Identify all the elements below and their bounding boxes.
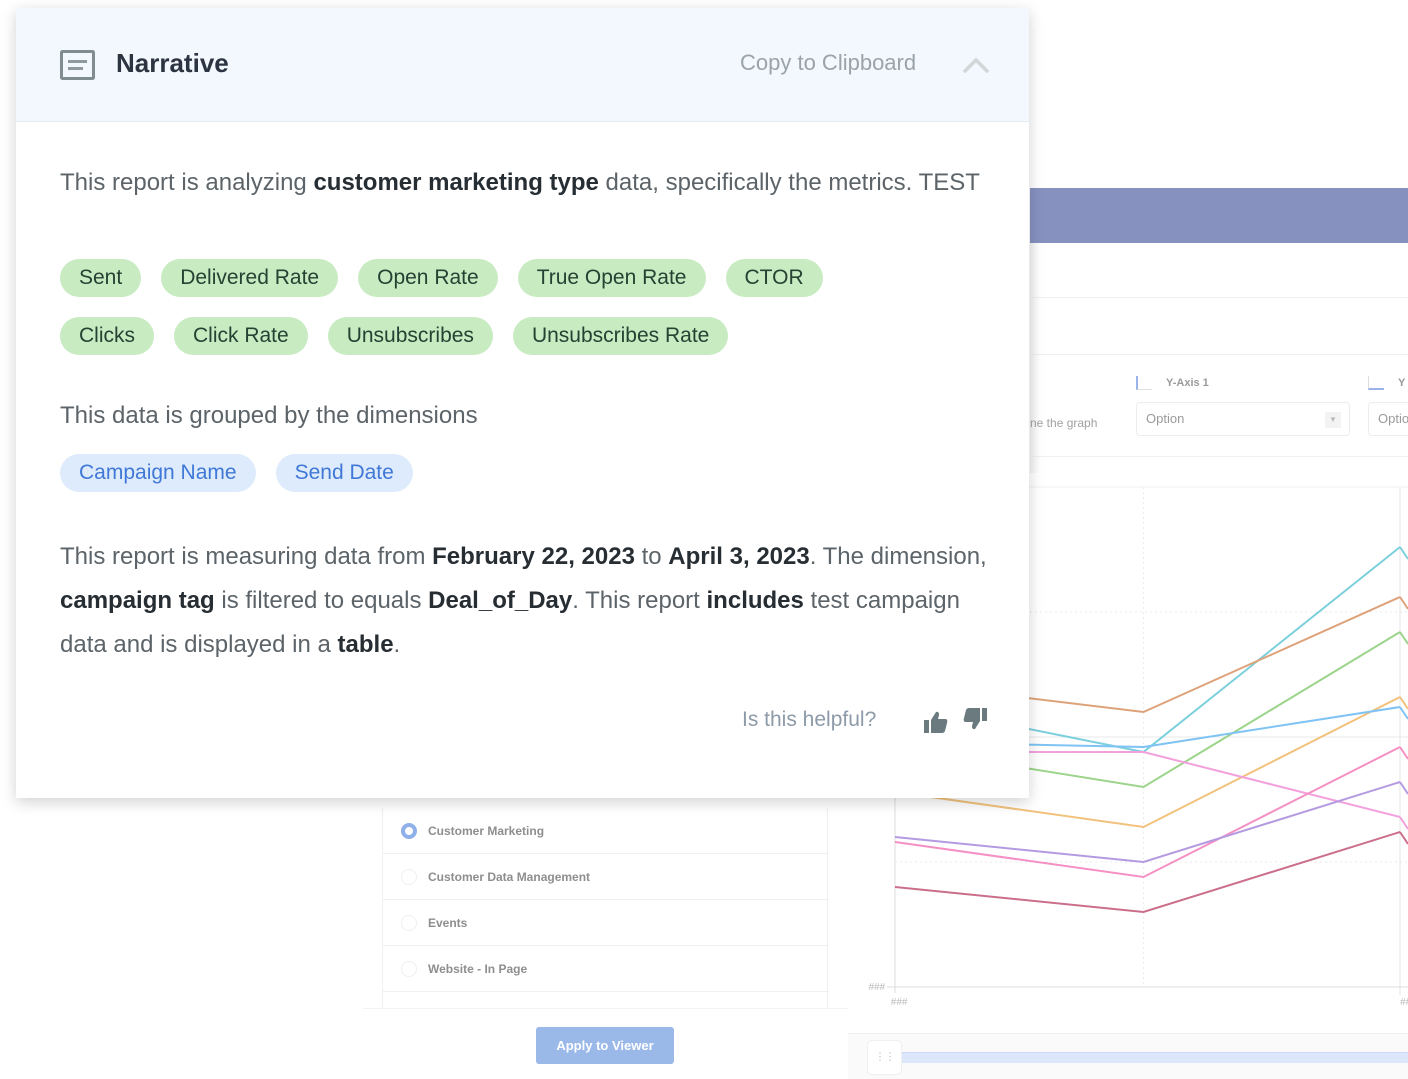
narrative-header: Narrative Copy to Clipboard bbox=[16, 8, 1029, 122]
metric-tag: Unsubscribes Rate bbox=[512, 317, 729, 355]
metric-tag: Sent bbox=[60, 259, 142, 297]
text: . The dimension, bbox=[809, 543, 987, 570]
axis-config: ne the graph Y-Axis 1 Option ▼ Y Option bbox=[1030, 370, 1408, 450]
narrative-card: Narrative Copy to Clipboard This report … bbox=[16, 8, 1029, 798]
text: to bbox=[634, 543, 669, 570]
display-type: table bbox=[337, 631, 394, 658]
series-light-pink-line-tail bbox=[1399, 816, 1408, 830]
x-tick-label: ### bbox=[891, 997, 908, 1008]
series-dark-red-line-tail bbox=[1399, 831, 1408, 845]
radio[interactable] bbox=[401, 914, 417, 931]
series-purple-line-tail bbox=[1399, 781, 1408, 795]
series-teal-line-tail bbox=[1399, 546, 1408, 560]
x-tick-label: ### bbox=[1400, 997, 1408, 1008]
dimension-tag: Campaign Name bbox=[60, 454, 256, 492]
divider bbox=[1030, 297, 1408, 298]
chevron-up-icon[interactable] bbox=[962, 56, 990, 74]
report-type-item[interactable]: Events bbox=[383, 900, 829, 946]
text: data, specifically the metrics. TEST bbox=[598, 169, 980, 196]
metric-tag: True Open Rate bbox=[517, 259, 706, 297]
y-axis-2-label-wrap: Y bbox=[1368, 376, 1405, 390]
report-type-item[interactable]: Customer Marketing bbox=[383, 808, 829, 854]
report-type-label: Customer Marketing bbox=[428, 823, 545, 838]
metric-tag: CTOR bbox=[725, 259, 823, 297]
y-axis-2-select[interactable]: Option bbox=[1368, 402, 1408, 436]
metric-tag: Delivered Rate bbox=[161, 259, 339, 297]
metric-tags-row-2: Clicks Click Rate Unsubscribes Unsubscri… bbox=[60, 317, 729, 355]
y-axis-1-label-wrap: Y-Axis 1 bbox=[1136, 376, 1209, 390]
grouped-by-text: This data is grouped by the dimensions bbox=[60, 402, 478, 429]
chevron-down-icon: ▼ bbox=[1325, 412, 1341, 428]
metric-tags-row-1: Sent Delivered Rate Open Rate True Open … bbox=[60, 259, 823, 297]
dimension-tags-row: Campaign Name Send Date bbox=[60, 454, 413, 492]
text: This report is analyzing bbox=[60, 169, 314, 196]
report-type-label: Website - In Page bbox=[428, 961, 528, 976]
apply-to-viewer-button[interactable]: Apply to Viewer bbox=[536, 1027, 674, 1064]
report-type-label: Events bbox=[428, 915, 468, 930]
divider bbox=[1030, 354, 1408, 355]
metric-tag: Open Rate bbox=[358, 259, 498, 297]
metric-tag: Click Rate bbox=[174, 317, 308, 355]
report-type-list: Customer Marketing Customer Data Managem… bbox=[382, 808, 829, 1010]
axis-hint-text: ne the graph bbox=[1030, 416, 1098, 430]
y-tick-label: ### bbox=[868, 982, 885, 993]
y-axis-2-select-value: Option bbox=[1378, 411, 1408, 426]
y-axis-2-checkbox[interactable] bbox=[1368, 376, 1384, 390]
narrative-title: Narrative bbox=[116, 48, 229, 78]
report-type-item[interactable]: Customer Data Management bbox=[383, 854, 829, 900]
radio[interactable] bbox=[401, 960, 417, 977]
divider bbox=[1030, 456, 1408, 457]
y-axis-1-select[interactable]: Option ▼ bbox=[1136, 402, 1350, 436]
radio-selected[interactable] bbox=[401, 822, 417, 839]
text: This report is measuring data from bbox=[60, 543, 433, 570]
includes-emphasis: includes bbox=[706, 587, 804, 614]
filter-value: Deal_of_Day bbox=[428, 587, 573, 614]
report-type-item[interactable]: Website - In Page bbox=[383, 946, 829, 992]
metric-tag: Clicks bbox=[60, 317, 154, 355]
intro-paragraph: This report is analyzing customer market… bbox=[60, 163, 1000, 202]
feedback-prompt: Is this helpful? bbox=[742, 708, 877, 731]
thumbs-up-icon[interactable] bbox=[923, 710, 949, 734]
text: is filtered to equals bbox=[214, 587, 429, 614]
y-axis-2-label: Y bbox=[1398, 377, 1406, 389]
report-type-label: Customer Data Management bbox=[428, 869, 591, 884]
text: . This report bbox=[572, 587, 707, 614]
y-axis-1-checkbox[interactable] bbox=[1136, 376, 1152, 390]
copy-to-clipboard-link[interactable]: Copy to Clipboard bbox=[740, 50, 916, 76]
report-type-emphasis: customer marketing type bbox=[313, 169, 599, 196]
summary-paragraph: This report is measuring data from Febru… bbox=[60, 535, 1005, 667]
chart-scrollbar[interactable] bbox=[900, 1052, 1408, 1063]
filter-dimension: campaign tag bbox=[60, 587, 215, 614]
dimension-tag: Send Date bbox=[275, 454, 413, 492]
y-axis-1-select-value: Option bbox=[1146, 411, 1185, 426]
document-lines-icon bbox=[60, 50, 95, 80]
drag-handle-icon[interactable]: ⋮⋮ bbox=[867, 1040, 902, 1075]
text: . bbox=[393, 631, 401, 658]
y-axis-1-label: Y-Axis 1 bbox=[1166, 377, 1209, 389]
series-pink-line-tail bbox=[1399, 746, 1408, 760]
thumbs-down-icon[interactable] bbox=[962, 707, 988, 731]
series-green-line-tail bbox=[1399, 631, 1408, 645]
metric-tag: Unsubscribes bbox=[327, 317, 493, 355]
start-date: February 22, 2023 bbox=[432, 543, 635, 570]
report-header-bar bbox=[1030, 188, 1408, 243]
radio[interactable] bbox=[401, 868, 417, 885]
end-date: April 3, 2023 bbox=[668, 543, 810, 570]
series-brown-line-tail bbox=[1399, 596, 1408, 610]
